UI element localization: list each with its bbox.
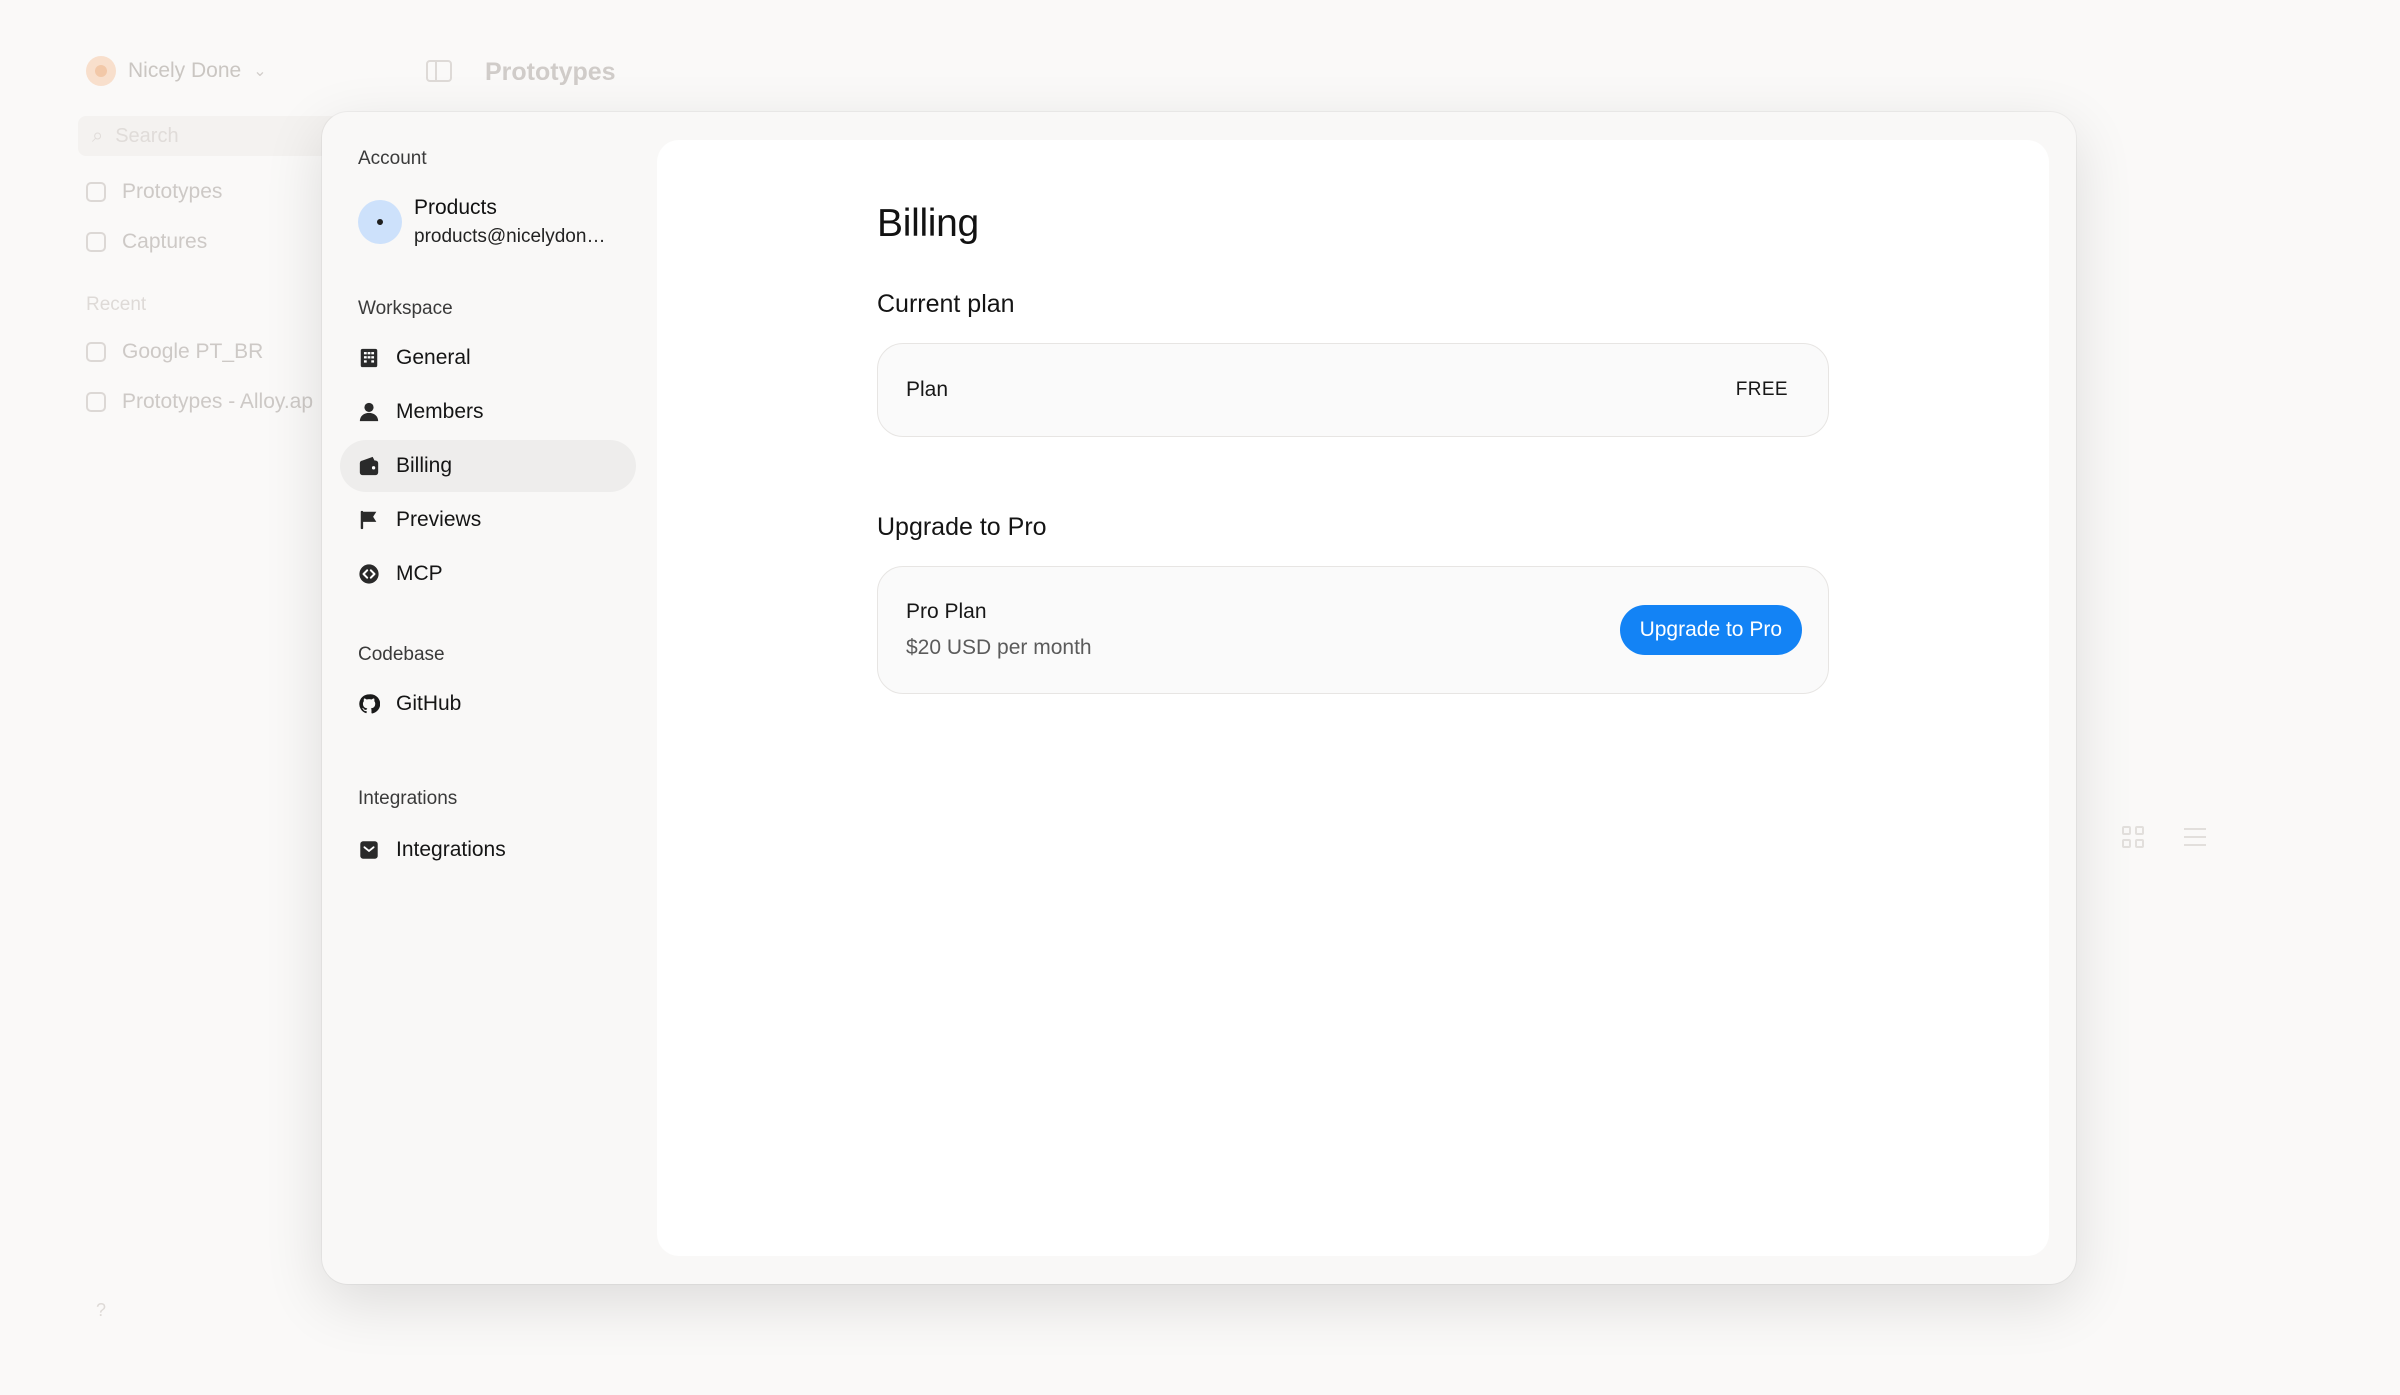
grid-view-icon[interactable] [2122,826,2144,848]
sidebar-item-label: General [396,346,471,369]
recent-heading: Recent [86,294,147,315]
billing-panel: Billing Current plan Plan FREE Upgrade t… [657,140,2049,1256]
sidebar-item-label: Billing [396,454,453,477]
chevron-down-icon: ⌄ [253,63,267,80]
upgrade-to-pro-button[interactable]: Upgrade to Pro [1619,605,1802,655]
workspace-switcher[interactable]: Nicely Done ⌄ [86,56,267,86]
background-search[interactable]: ⌕ Search [78,116,338,156]
camera-icon [86,232,106,252]
flag-icon [358,509,380,531]
settings-modal: Account Products products@nicelydone.clu… [322,112,2076,1284]
github-icon [358,693,380,715]
rocket-icon [86,392,106,412]
person-icon [358,401,380,423]
section-heading-integrations: Integrations [358,788,458,809]
account-name: Products [414,196,497,219]
search-placeholder: Search [115,124,179,147]
section-heading-workspace: Workspace [358,298,453,319]
nav-label: Prototypes [122,180,223,203]
page-title: Billing [877,202,979,245]
background-recent-item[interactable]: Google PT_BR [86,340,263,364]
section-heading-account: Account [358,148,427,169]
plan-value-badge: FREE [1735,379,1788,400]
help-icon[interactable]: ? [96,1300,106,1321]
wallet-icon [358,455,380,477]
workspace-logo-icon [86,56,116,86]
sidebar-toggle-icon[interactable] [426,60,452,82]
current-plan-heading: Current plan [877,290,1015,318]
sidebar-item-label: Integrations [396,838,506,861]
account-item[interactable]: Products products@nicelydone.club [358,196,656,248]
sidebar-item-label: Members [396,400,484,423]
code-circle-icon [358,563,380,585]
sidebar-item-integrations[interactable]: Integrations [340,824,636,876]
building-icon [358,347,380,369]
sidebar-item-label: GitHub [396,692,462,715]
workspace-name: Nicely Done [128,59,242,82]
pro-plan-price: $20 USD per month [906,636,1092,659]
upgrade-heading: Upgrade to Pro [877,513,1047,541]
sidebar-item-github[interactable]: GitHub [340,678,636,730]
cube-icon [86,182,106,202]
background-nav-captures[interactable]: Captures [86,230,207,254]
integrations-icon [358,839,380,861]
current-plan-card: Plan FREE [877,343,1829,437]
recent-label: Prototypes - Alloy.ap [122,390,314,413]
background-nav-prototypes[interactable]: Prototypes [86,180,222,204]
file-icon [86,342,106,362]
plan-label: Plan [906,378,949,401]
sidebar-item-label: Previews [396,508,482,531]
pro-plan-name: Pro Plan [906,600,987,623]
search-icon: ⌕ [92,124,104,147]
sidebar-item-billing[interactable]: Billing [340,440,636,492]
avatar-dot-icon [377,219,383,225]
section-heading-codebase: Codebase [358,644,445,665]
avatar [358,200,402,244]
recent-label: Google PT_BR [122,340,264,363]
background-page-title: Prototypes [485,58,616,86]
list-view-icon[interactable] [2184,828,2206,846]
sidebar-item-mcp[interactable]: MCP [340,548,636,600]
nav-label: Captures [122,230,208,253]
account-email: products@nicelydone.club [414,226,614,247]
sidebar-item-general[interactable]: General [340,332,636,384]
pro-plan-card: Pro Plan $20 USD per month Upgrade to Pr… [877,566,1829,694]
sidebar-item-label: MCP [396,562,443,585]
sidebar-item-previews[interactable]: Previews [340,494,636,546]
settings-sidebar: Account Products products@nicelydone.clu… [322,112,656,1284]
background-recent-item[interactable]: Prototypes - Alloy.ap [86,390,313,414]
sidebar-item-members[interactable]: Members [340,386,636,438]
